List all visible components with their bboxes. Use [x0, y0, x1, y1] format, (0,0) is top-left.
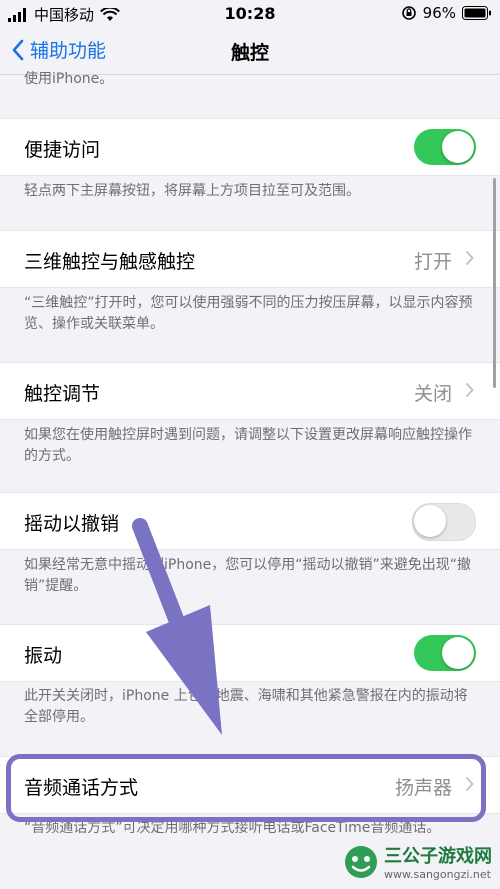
- touch3d-value: 打开: [413, 251, 452, 273]
- reachability-label: 便捷访问: [24, 139, 101, 161]
- watermark-logo-icon: [345, 845, 377, 878]
- site-watermark: 三公子游戏网 www.sangongzi.net: [344, 842, 492, 881]
- shake-to-undo-label: 摇动以撤销: [24, 513, 120, 535]
- shake-to-undo-row: 摇动以撤销: [0, 492, 500, 550]
- call-audio-routing-row[interactable]: 音频通话方式 扬声器: [0, 756, 500, 814]
- status-bar: 中国移动 10:28 96%: [0, 0, 500, 28]
- vibration-toggle[interactable]: [414, 635, 476, 671]
- touch-accommodations-note: 如果您在使用触控屏时遇到问题，请调整以下设置更改屏幕响应触控操作的方式。: [24, 427, 472, 464]
- chevron-right-icon: [465, 382, 474, 398]
- call-audio-routing-value: 扬声器: [394, 777, 452, 799]
- battery-icon: [462, 6, 491, 20]
- vibration-row: 振动: [0, 624, 500, 682]
- orientation-lock-icon: [401, 6, 416, 20]
- page-title: 触控: [230, 42, 269, 64]
- vibration-note: 此开关关闭时，iPhone 上包括地震、海啸和其他紧急警报在内的振动将全部停用。: [24, 688, 468, 725]
- battery-percentage: 96%: [422, 4, 456, 22]
- watermark-url: www.sangongzi.net: [384, 868, 491, 881]
- vibration-label: 振动: [24, 645, 63, 667]
- shake-to-undo-toggle[interactable]: [412, 503, 476, 541]
- watermark-title: 三公子游戏网: [384, 846, 492, 867]
- chevron-right-icon: [465, 776, 474, 792]
- shake-to-undo-note: 如果经常无意中摇动到iPhone，您可以停用“摇动以撤销”来避免出现“撤销”提醒…: [24, 557, 472, 594]
- touch-accommodations-label: 触控调节: [24, 383, 101, 405]
- touch-accommodations-value: 关闭: [413, 383, 452, 405]
- call-audio-routing-label: 音频通话方式: [24, 777, 139, 799]
- reachability-toggle[interactable]: [414, 129, 476, 165]
- reachability-row: 便捷访问: [0, 118, 500, 176]
- call-audio-routing-note: “音频通话方式”可决定用哪种方式接听电话或FaceTime音频通话。: [24, 820, 441, 836]
- status-right: 96%: [401, 4, 492, 22]
- touch-accommodations-row[interactable]: 触控调节 关闭: [0, 362, 500, 420]
- touch3d-note: “三维触控”打开时，您可以使用强弱不同的压力按压屏幕，以显示内容预览、操作或关联…: [24, 295, 473, 332]
- reachability-note: 轻点两下主屏幕按钮，将屏幕上方项目拉至可及范围。: [24, 183, 360, 199]
- touch3d-label: 三维触控与触感触控: [24, 251, 196, 273]
- scrollbar[interactable]: [493, 178, 496, 388]
- chevron-right-icon: [465, 250, 474, 266]
- previous-footer-note: 使用iPhone。: [24, 71, 114, 87]
- touch3d-row[interactable]: 三维触控与触感触控 打开: [0, 230, 500, 288]
